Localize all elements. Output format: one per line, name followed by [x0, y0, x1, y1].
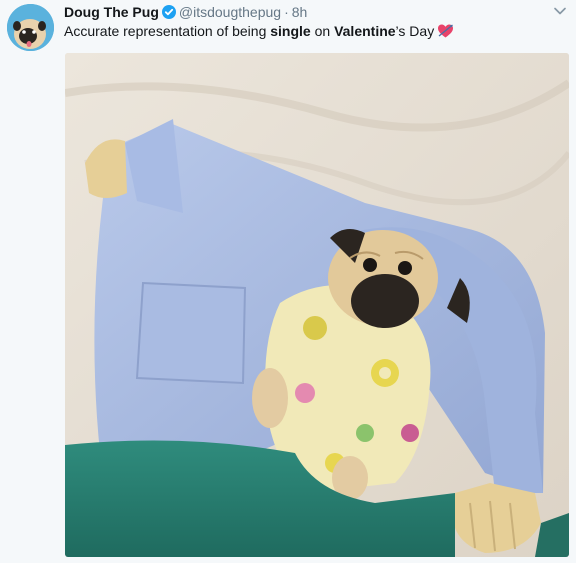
display-name[interactable]: Doug The Pug — [64, 4, 159, 20]
heart-with-arrow-emoji-icon — [437, 23, 454, 44]
tweet-text-part: ’s Day — [395, 23, 435, 39]
user-handle[interactable]: @itsdougthepug — [179, 4, 281, 20]
bold-word-single: single — [270, 23, 311, 39]
tweet-text-part: Accurate representation of being — [64, 23, 271, 39]
timestamp[interactable]: 8h — [292, 4, 308, 20]
pug-in-bed-photo — [65, 53, 569, 557]
tweet[interactable]: Doug The Pug @itsdougthepug · 8h Accurate r… — [0, 0, 576, 563]
tweet-text: Accurate representation of being single … — [64, 21, 454, 44]
bold-word-valentine: Valentine — [334, 23, 396, 39]
chevron-down-icon[interactable] — [552, 4, 568, 18]
separator-dot: · — [284, 4, 289, 20]
tweet-media-photo[interactable] — [65, 53, 569, 557]
tweet-text-part: on — [310, 23, 335, 39]
avatar[interactable] — [7, 4, 54, 51]
tweet-header: Doug The Pug @itsdougthepug · 8h — [64, 3, 307, 21]
